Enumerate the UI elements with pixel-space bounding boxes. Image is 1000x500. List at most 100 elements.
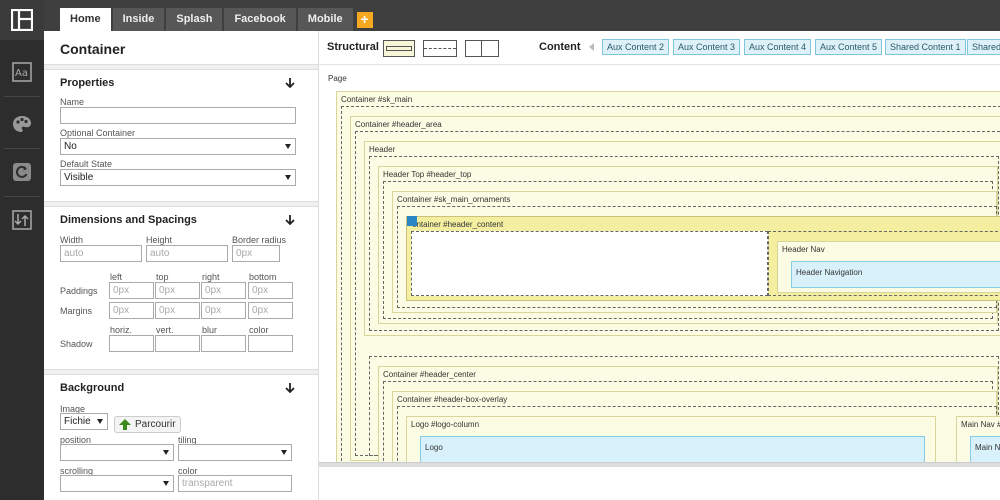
collapse-arrow-icon[interactable]	[284, 382, 296, 394]
padding-left-input[interactable]: 0px	[109, 282, 154, 299]
col-right-label: right	[202, 272, 220, 282]
icon-rail: Aa	[0, 0, 44, 500]
margin-right-input[interactable]: 0px	[201, 302, 246, 319]
rail-divider	[4, 96, 40, 97]
container-label: Header Nav	[782, 245, 825, 254]
container-label: Logo #logo-column	[411, 420, 480, 429]
shadow-color-label: color	[249, 325, 269, 335]
layout-icon	[11, 9, 33, 31]
page-label: Page	[328, 74, 347, 83]
header-left-slot[interactable]	[411, 231, 768, 296]
shadow-color-input[interactable]	[248, 335, 293, 352]
layout-logo-button[interactable]	[0, 0, 44, 40]
module-label: Main N	[975, 443, 1000, 452]
add-tab-button[interactable]: +	[356, 12, 373, 28]
container-label: Container #header_area	[355, 120, 442, 129]
border-radius-input[interactable]: 0px	[232, 245, 280, 262]
page-tabs: Home Inside Splash Facebook Mobile +	[60, 8, 373, 31]
margins-label: Margins	[60, 306, 93, 316]
shared-content-1-button[interactable]: Shared Content 1	[885, 39, 966, 55]
refresh-icon	[13, 163, 31, 181]
tab-mobile[interactable]: Mobile	[297, 8, 353, 31]
tab-inside[interactable]: Inside	[112, 8, 165, 31]
col-top-label: top	[156, 272, 169, 282]
width-input[interactable]: auto	[60, 245, 142, 262]
shadow-vert-input[interactable]	[155, 335, 200, 352]
aux-content-2-button[interactable]: Aux Content 2	[602, 39, 670, 55]
shared-content-2-button[interactable]: Shared	[967, 39, 1000, 55]
scrolling-select[interactable]	[60, 475, 174, 492]
chevron-down-icon	[281, 450, 287, 455]
container-label: Container #header_center	[383, 370, 476, 379]
height-input[interactable]: auto	[146, 245, 228, 262]
collapse-arrow-icon[interactable]	[284, 77, 296, 89]
resize-handle[interactable]	[319, 463, 1000, 467]
properties-panel: Container Properties Name Optional Conta…	[44, 31, 318, 500]
margin-top-input[interactable]: 0px	[155, 302, 200, 319]
chevron-down-icon	[163, 481, 169, 486]
tab-splash[interactable]: Splash	[166, 8, 223, 31]
browse-label: Parcourir	[135, 419, 176, 430]
optional-container-label: Optional Container	[60, 128, 136, 138]
layout-single-glyph	[386, 46, 412, 51]
container-label: Main Nav #	[961, 420, 1000, 429]
layout-rows-button[interactable]	[423, 40, 457, 57]
shadow-blur-label: blur	[202, 325, 218, 335]
margin-left-input[interactable]: 0px	[109, 302, 154, 319]
optional-container-select[interactable]: No	[60, 138, 296, 155]
palette-icon	[13, 116, 31, 132]
layout-toolbar: Structural Content Aux Content 2 Aux Con…	[319, 31, 1000, 65]
layout-rows-glyph	[424, 48, 456, 49]
aux-content-5-button[interactable]: Aux Content 5	[815, 39, 883, 55]
border-radius-label: Border radius	[232, 235, 287, 245]
tab-home[interactable]: Home	[60, 8, 111, 31]
default-state-label: Default State	[60, 159, 113, 169]
padding-top-input[interactable]: 0px	[155, 282, 200, 299]
rail-divider	[4, 196, 40, 197]
container-label: Header Top #header_top	[383, 170, 472, 179]
tiling-select[interactable]	[178, 444, 292, 461]
default-state-select[interactable]: Visible	[60, 169, 296, 186]
layout-canvas: Page Container #sk_main Container #heade…	[319, 66, 1000, 471]
padding-bottom-input[interactable]: 0px	[248, 282, 293, 299]
swap-button[interactable]	[0, 202, 44, 238]
section-divider	[44, 201, 318, 207]
bg-color-input[interactable]: transparent	[178, 475, 292, 492]
properties-section-title: Properties	[60, 77, 115, 89]
name-input[interactable]	[60, 107, 296, 124]
col-left-label: left	[110, 272, 123, 282]
refresh-button[interactable]	[0, 154, 44, 190]
aux-content-4-button[interactable]: Aux Content 4	[744, 39, 812, 55]
padding-right-input[interactable]: 0px	[201, 282, 246, 299]
typography-button[interactable]: Aa	[0, 54, 44, 90]
layout-single-button[interactable]	[383, 40, 415, 57]
layout-columns-button[interactable]	[465, 40, 499, 57]
chevron-down-icon	[285, 144, 291, 149]
header-navigation-module[interactable]: Header Navigation	[791, 261, 1000, 288]
optional-container-value: No	[64, 141, 77, 152]
name-label: Name	[60, 97, 85, 107]
content-label: Content	[539, 41, 581, 53]
shadow-horiz-input[interactable]	[109, 335, 154, 352]
shadow-blur-input[interactable]	[201, 335, 246, 352]
module-label: Header Navigation	[796, 268, 863, 277]
width-label: Width	[60, 235, 84, 245]
container-label: Container #header-box-overlay	[397, 395, 508, 404]
margin-bottom-input[interactable]: 0px	[248, 302, 293, 319]
background-section-title: Background	[60, 382, 125, 394]
swap-icon	[12, 210, 32, 230]
default-state-value: Visible	[64, 172, 94, 183]
browse-button[interactable]: Parcourir	[114, 416, 181, 433]
shadow-label: Shadow	[60, 339, 93, 349]
container-label: Container #sk_main_ornaments	[397, 195, 511, 204]
chevron-down-icon	[285, 175, 291, 180]
collapse-arrow-icon[interactable]	[284, 214, 296, 226]
move-handle-icon[interactable]	[407, 216, 417, 226]
tab-facebook[interactable]: Facebook	[224, 8, 296, 31]
palette-button[interactable]	[0, 106, 44, 142]
aux-content-3-button[interactable]: Aux Content 3	[673, 39, 741, 55]
image-file-select[interactable]: Fichie	[60, 413, 108, 430]
shadow-vert-label: vert.	[156, 325, 174, 335]
scroll-left-icon[interactable]	[589, 43, 594, 51]
position-select[interactable]	[60, 444, 174, 461]
